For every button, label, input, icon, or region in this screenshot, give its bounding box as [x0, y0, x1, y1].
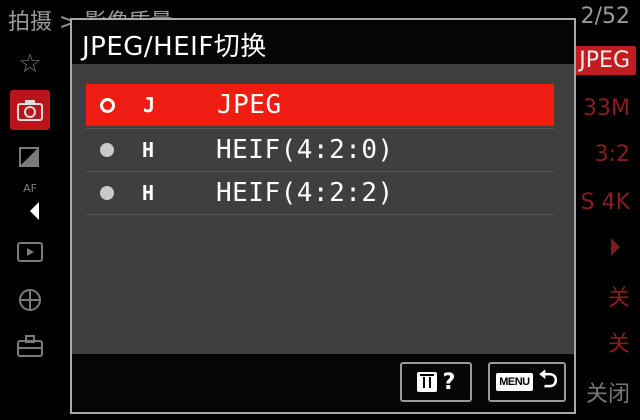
bg-value-setting-b: 关 — [607, 332, 630, 357]
playback-icon[interactable] — [10, 232, 50, 272]
menu-icon: MENU — [496, 373, 533, 391]
toolbox-icon[interactable] — [10, 326, 50, 366]
bg-value-video-format: S 4K — [580, 190, 630, 215]
heif-format-icon: H — [141, 181, 155, 205]
radio-unselected-icon — [100, 186, 114, 200]
network-icon[interactable] — [10, 280, 50, 320]
exposure-icon[interactable] — [10, 138, 50, 178]
divider — [86, 214, 554, 215]
bg-value-setting-c: 关闭 — [585, 382, 630, 407]
dialog-title: JPEG/HEIF切换 — [82, 32, 267, 62]
option-heif-420[interactable]: H HEIF(4:2:0) — [86, 129, 554, 171]
help-button[interactable]: ? — [400, 362, 472, 402]
bg-submenu-arrow-icon — [611, 238, 620, 256]
category-sidebar: ☆ AF — [0, 36, 62, 420]
radio-selected-icon — [100, 97, 115, 113]
back-arrow-icon: ⮌ — [538, 364, 558, 393]
option-heif-422[interactable]: H HEIF(4:2:2) — [86, 172, 554, 214]
menu-back-button[interactable]: MENU ⮌ — [488, 362, 566, 402]
dialog-footer: ? MENU ⮌ — [72, 354, 574, 412]
format-switch-dialog: JPEG/HEIF切换 J JPEG H HEIF(4:2:0) H HEIF(… — [70, 18, 576, 414]
bg-value-setting-a: 关 — [607, 286, 630, 311]
sidebar-pointer-icon — [30, 202, 39, 220]
option-jpeg[interactable]: J JPEG — [86, 84, 554, 126]
bg-value-file-format: JPEG — [573, 46, 636, 75]
jpeg-format-icon: J — [142, 93, 156, 117]
option-label: HEIF(4:2:2) — [216, 178, 394, 208]
star-icon[interactable]: ☆ — [10, 44, 50, 84]
bg-value-image-size: 33M — [583, 96, 630, 121]
option-label: HEIF(4:2:0) — [216, 135, 394, 165]
radio-unselected-icon — [100, 143, 114, 157]
bg-value-aspect-ratio: 3:2 — [594, 142, 630, 167]
dialog-title-bar: JPEG/HEIF切换 — [72, 20, 574, 64]
option-label: JPEG — [217, 90, 282, 120]
camera-icon[interactable] — [10, 90, 50, 130]
help-icon: ? — [442, 369, 456, 395]
heif-format-icon: H — [141, 138, 155, 162]
page-indicator: 2/52 — [580, 4, 630, 29]
trash-icon — [416, 372, 437, 392]
